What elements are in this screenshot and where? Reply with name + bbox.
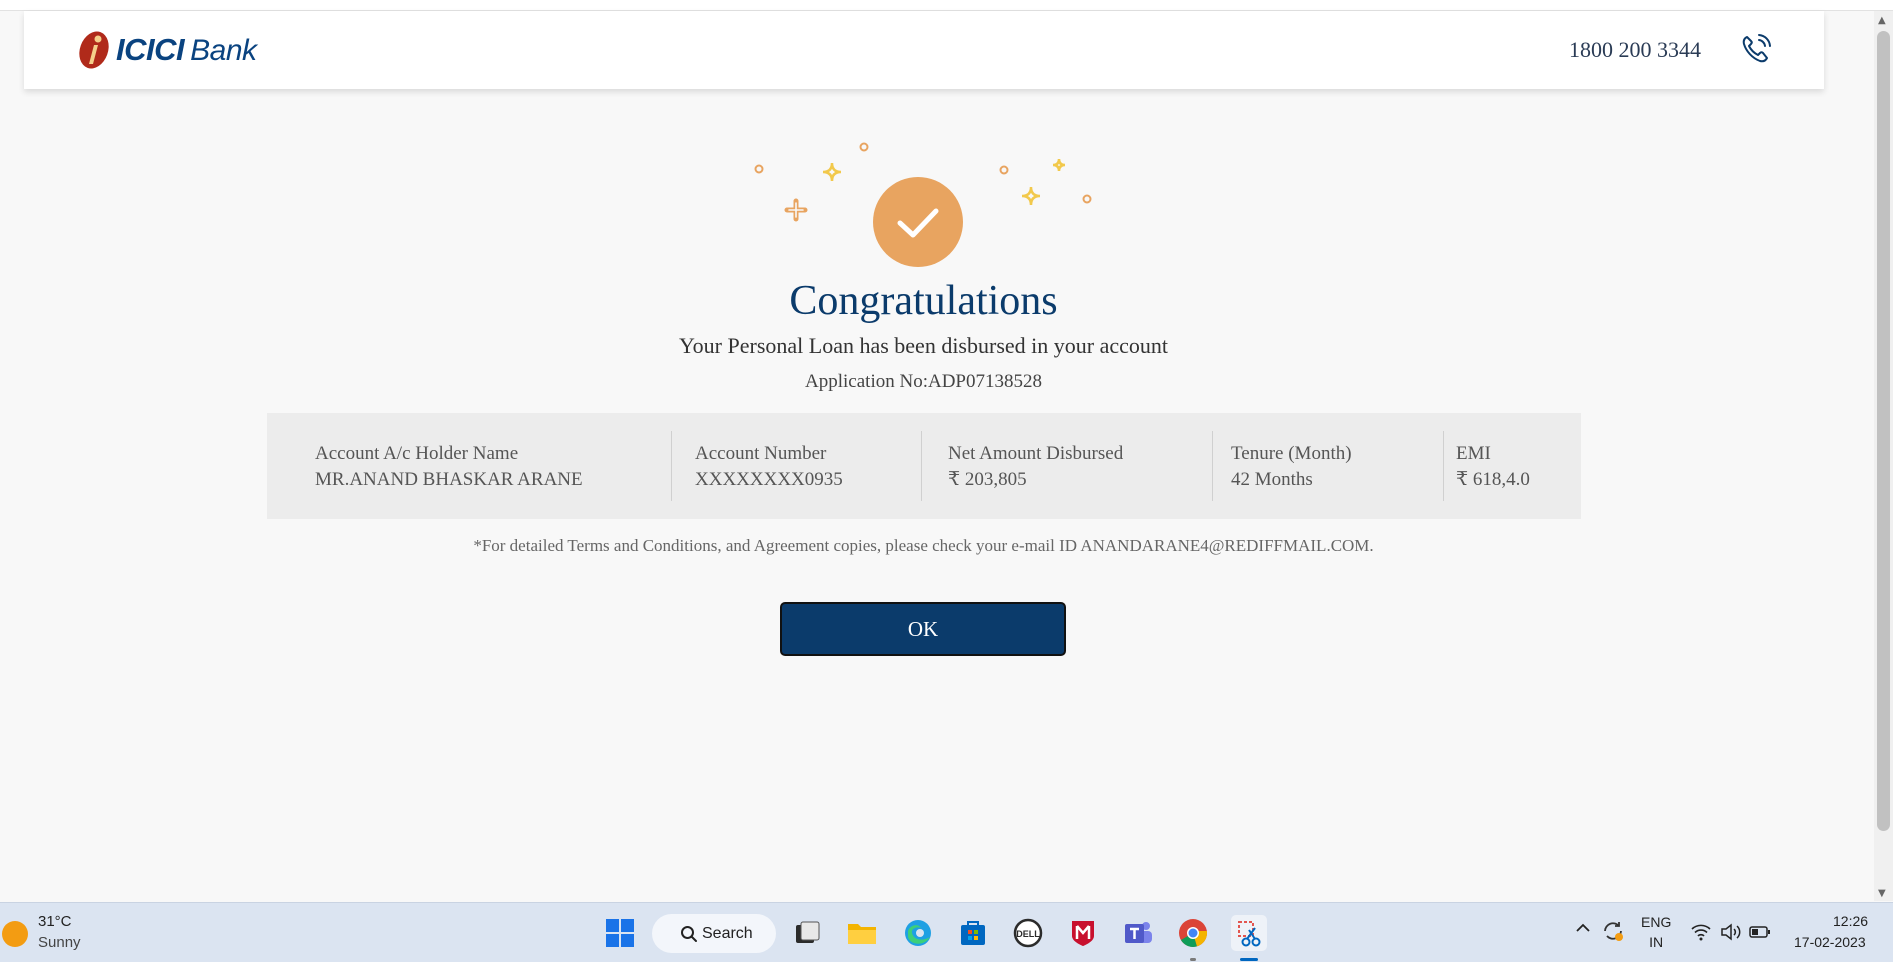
windows-taskbar: 31°C Sunny Search DELL ENG IN 12:26 17-0… xyxy=(0,902,1893,962)
disbursal-message: Your Personal Loan has been disbursed in… xyxy=(678,333,1168,358)
tenure-value: 42 Months xyxy=(1231,469,1313,490)
sun-weather-icon[interactable] xyxy=(2,921,28,947)
tenure-field: Tenure (Month) 42 Months xyxy=(1231,441,1352,501)
chrome-icon[interactable] xyxy=(1175,915,1211,951)
windows-start-icon[interactable] xyxy=(602,915,638,951)
chevron-up-icon[interactable] xyxy=(1574,919,1592,942)
terms-note: *For detailed Terms and Conditions, and … xyxy=(473,536,1374,555)
application-number: Application No:ADP07138528 xyxy=(805,371,1042,392)
ok-button[interactable]: OK xyxy=(780,602,1066,656)
file-explorer-icon[interactable] xyxy=(844,915,880,951)
weather-description[interactable]: Sunny xyxy=(38,934,81,951)
browser-top-strip xyxy=(0,0,1893,11)
page-title: Congratulations xyxy=(789,278,1058,324)
edge-browser-icon[interactable] xyxy=(900,915,936,951)
scroll-thumb[interactable] xyxy=(1877,31,1890,831)
account-number-value: XXXXXXXX0935 xyxy=(695,469,843,490)
task-view-icon[interactable] xyxy=(789,915,825,951)
phone-icon[interactable] xyxy=(1738,31,1774,67)
page-scrollbar[interactable]: ▲ ▼ xyxy=(1874,11,1893,901)
svg-text:DELL: DELL xyxy=(1016,929,1040,939)
clock-time[interactable]: 12:26 xyxy=(1833,913,1868,929)
icici-logo[interactable]: ICICI Bank xyxy=(74,25,257,75)
emi-label: EMI xyxy=(1456,443,1491,464)
column-divider xyxy=(1212,431,1213,501)
tenure-label: Tenure (Month) xyxy=(1231,443,1352,464)
weather-temperature[interactable]: 31°C xyxy=(38,913,72,930)
dell-icon[interactable]: DELL xyxy=(1010,915,1046,951)
holder-name-field: Account A/c Holder Name MR.ANAND BHASKAR… xyxy=(315,441,583,501)
snipping-tool-icon[interactable] xyxy=(1231,915,1267,951)
loan-details-panel: Account A/c Holder Name MR.ANAND BHASKAR… xyxy=(267,413,1581,519)
battery-icon[interactable] xyxy=(1749,924,1771,943)
language-indicator[interactable]: ENG IN xyxy=(1641,914,1671,950)
teams-icon[interactable] xyxy=(1120,915,1156,951)
success-check-icon xyxy=(873,177,963,267)
holder-name-value: MR.ANAND BHASKAR ARANE xyxy=(315,469,583,490)
helpline-number[interactable]: 1800 200 3344 xyxy=(1569,37,1701,63)
microsoft-store-icon[interactable] xyxy=(955,915,991,951)
success-illustration xyxy=(740,135,1100,275)
emi-field: EMI ₹ 618,4.0 xyxy=(1456,441,1530,501)
account-number-label: Account Number xyxy=(695,443,827,464)
holder-name-label: Account A/c Holder Name xyxy=(315,443,519,464)
column-divider xyxy=(1443,431,1444,501)
language-label: ENG xyxy=(1641,914,1672,930)
scroll-down-arrow-icon[interactable]: ▼ xyxy=(1878,888,1886,899)
taskbar-search[interactable]: Search xyxy=(652,914,776,953)
scroll-up-arrow-icon[interactable]: ▲ xyxy=(1878,15,1886,26)
column-divider xyxy=(921,431,922,501)
region-label: IN xyxy=(1649,934,1664,950)
active-app-indicator xyxy=(1240,958,1258,961)
sync-update-icon[interactable] xyxy=(1601,919,1625,946)
net-amount-field: Net Amount Disbursed ₹ 203,805 xyxy=(948,441,1123,501)
chrome-running-indicator xyxy=(1190,958,1196,961)
site-header: ICICI Bank 1800 200 3344 xyxy=(24,11,1824,89)
column-divider xyxy=(671,431,672,501)
volume-icon[interactable] xyxy=(1720,922,1742,945)
emi-value: ₹ 618,4.0 xyxy=(1456,469,1530,490)
search-label: Search xyxy=(702,924,753,942)
icici-logo-icon xyxy=(79,31,109,69)
clock-date[interactable]: 17-02-2023 xyxy=(1794,934,1866,950)
logo-wordmark: ICICI Bank xyxy=(116,32,257,67)
net-amount-value: ₹ 203,805 xyxy=(948,469,1027,490)
account-number-field: Account Number XXXXXXXX0935 xyxy=(695,441,843,501)
wifi-icon[interactable] xyxy=(1690,922,1712,945)
mcafee-icon[interactable] xyxy=(1065,915,1101,951)
search-icon xyxy=(681,926,697,942)
net-amount-label: Net Amount Disbursed xyxy=(948,443,1124,464)
